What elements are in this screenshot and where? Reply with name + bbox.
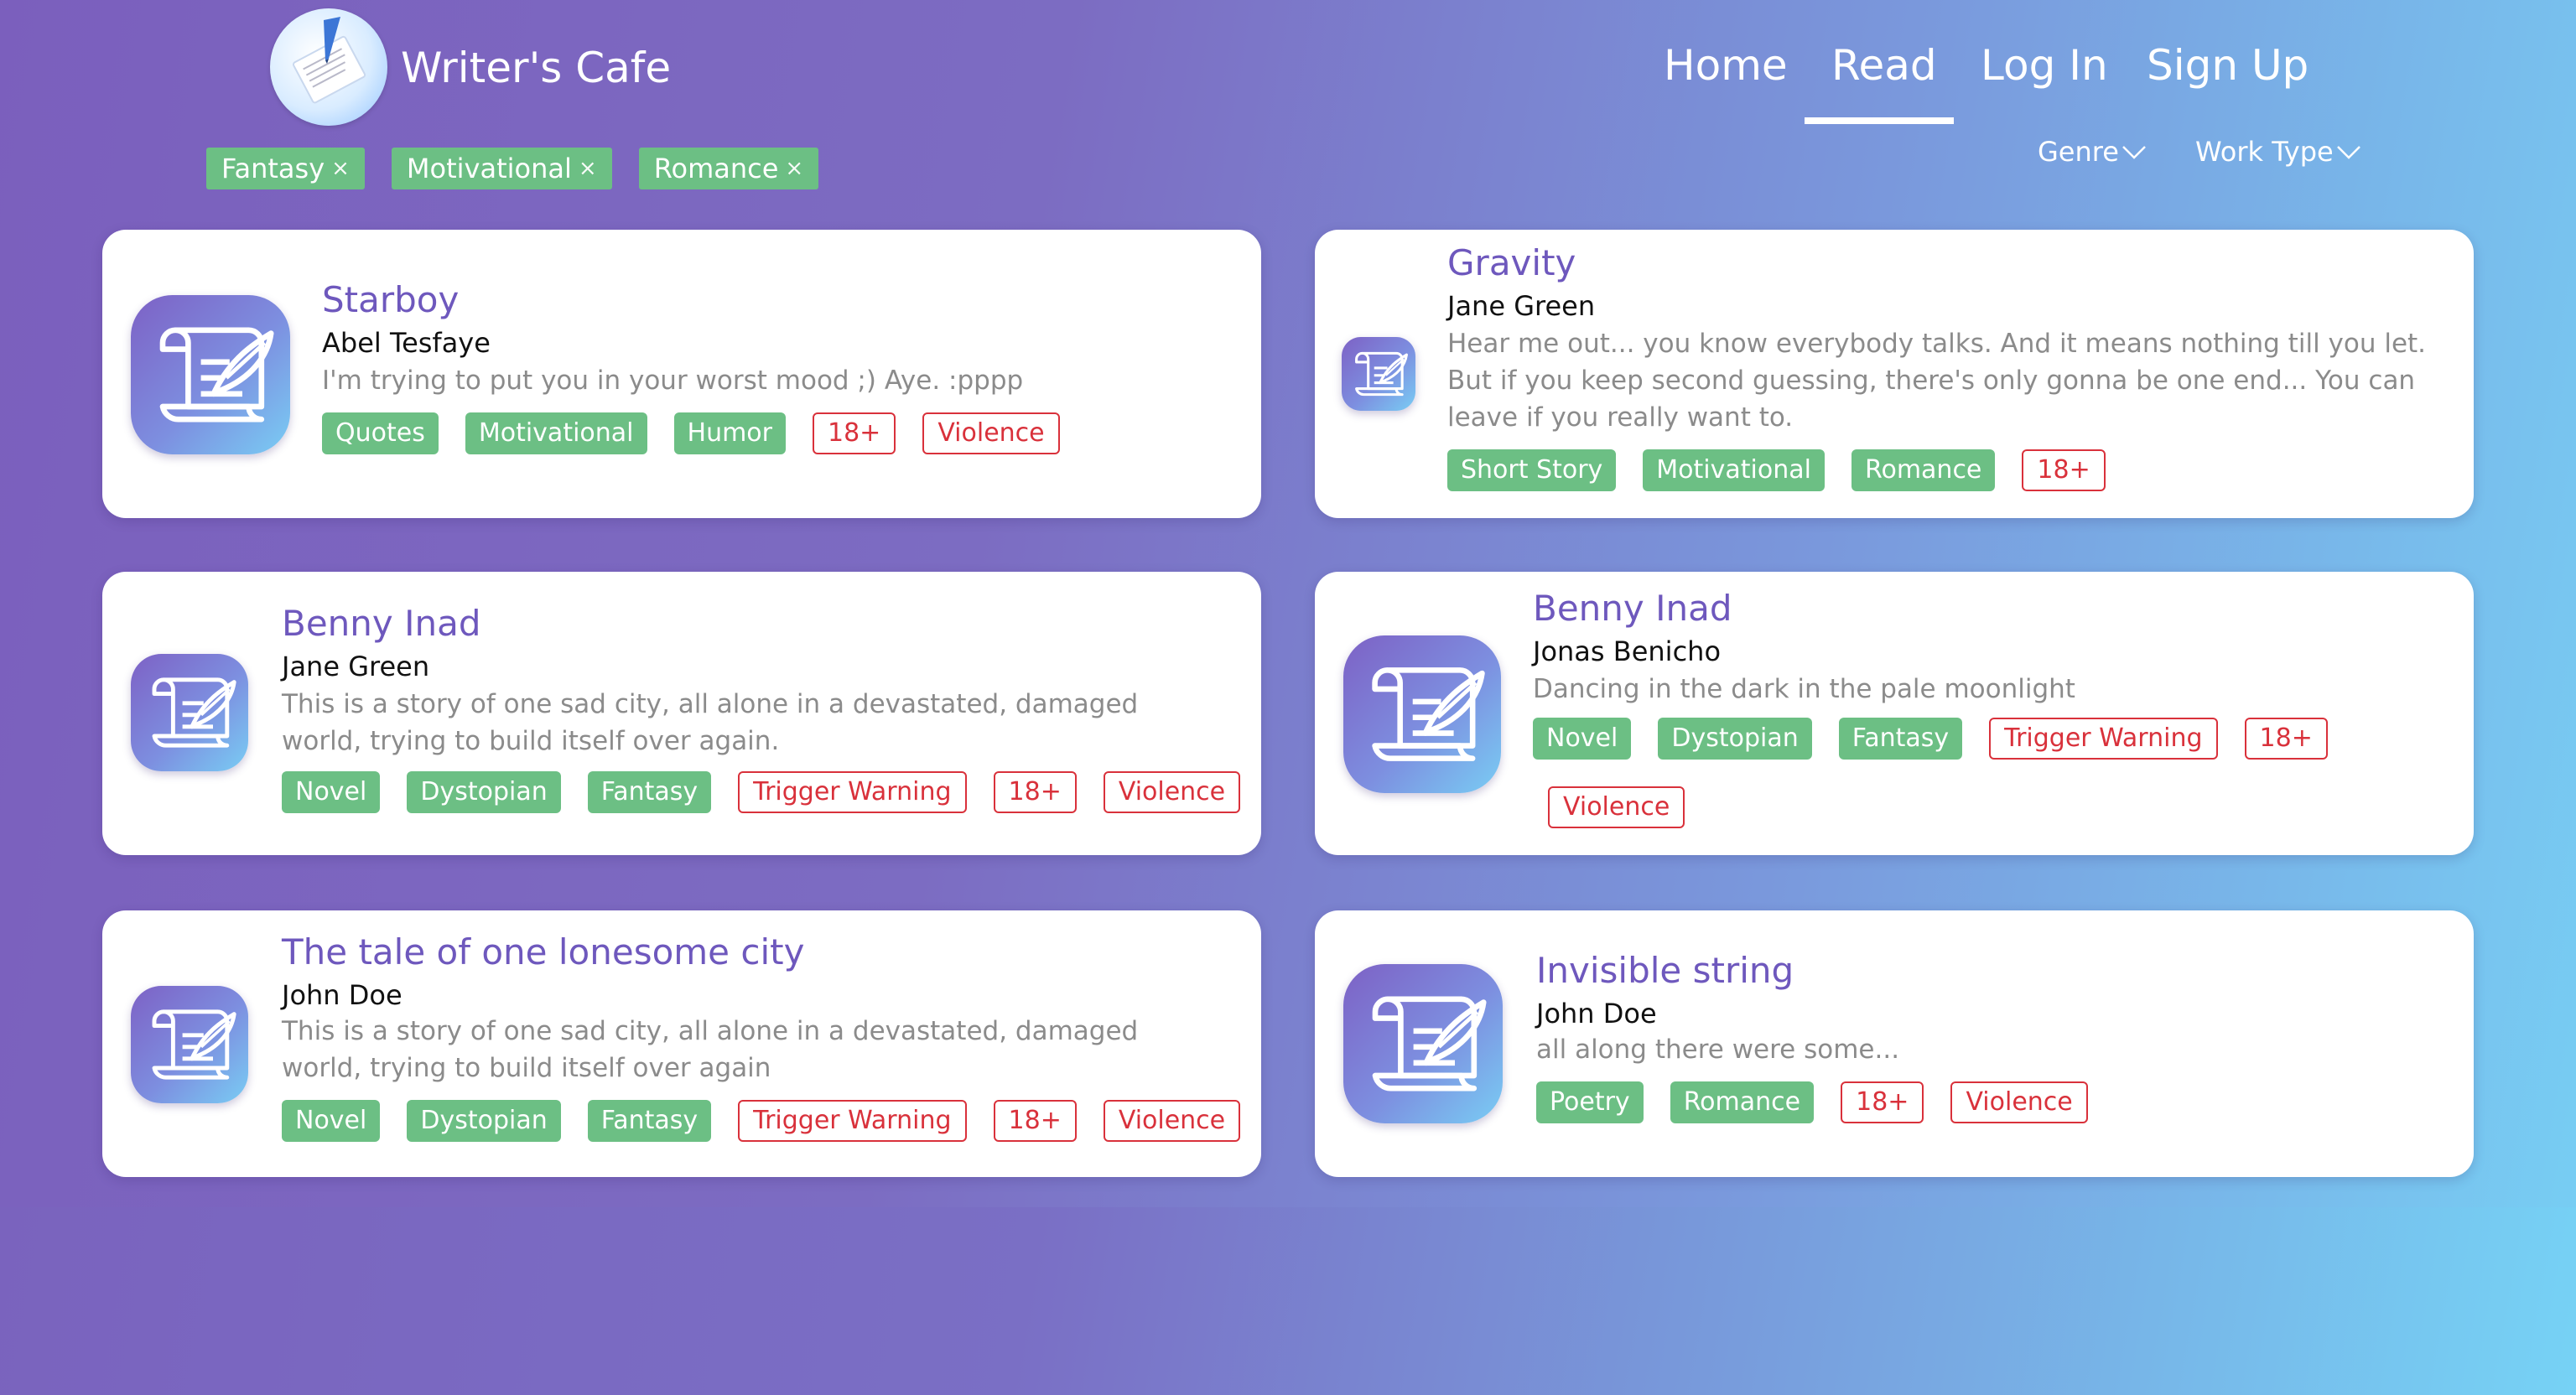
filter-chip-label: Romance [653, 153, 779, 184]
tag[interactable]: 18+ [993, 1100, 1077, 1142]
tag[interactable]: Dystopian [407, 1100, 561, 1142]
work-description: I'm trying to put you in your worst mood… [322, 366, 1024, 396]
work-card[interactable]: Gravity Jane Green Hear me out... you kn… [1315, 230, 2474, 518]
scroll-icon[interactable] [1343, 635, 1501, 793]
tag[interactable]: Novel [282, 771, 381, 813]
work-card[interactable]: Benny Inad Jane Green This is a story of… [102, 572, 1261, 855]
work-tags: Novel Dystopian Fantasy Trigger Warning … [282, 771, 1246, 813]
tag[interactable]: Motivational [1643, 449, 1825, 491]
filter-chip-fantasy[interactable]: Fantasy × [206, 148, 365, 189]
active-nav-indicator [1805, 117, 1954, 124]
work-title[interactable]: Invisible string [1536, 949, 1794, 993]
work-author[interactable]: Abel Tesfaye [322, 325, 491, 360]
close-icon[interactable]: × [579, 148, 597, 189]
work-card[interactable]: Benny Inad Jonas Benicho Dancing in the … [1315, 572, 2474, 855]
scroll-icon[interactable] [1342, 337, 1415, 411]
close-icon[interactable]: × [785, 148, 803, 189]
work-type-dropdown-label: Work Type [2195, 136, 2334, 168]
work-description: all along there were some... [1536, 1035, 1900, 1065]
work-author[interactable]: Jonas Benicho [1533, 634, 1721, 669]
work-description: Hear me out... you know everybody talks.… [1447, 329, 2427, 433]
tag[interactable]: 18+ [813, 412, 896, 454]
work-description: Dancing in the dark in the pale moonligh… [1533, 674, 2075, 704]
work-author[interactable]: John Doe [282, 978, 402, 1013]
genre-dropdown-label: Genre [2038, 136, 2119, 168]
work-tags-overflow: Violence [1548, 786, 1685, 828]
nav-read[interactable]: Read [1831, 32, 1937, 99]
work-card[interactable]: Starboy Abel Tesfaye I'm trying to put y… [102, 230, 1261, 518]
filter-chip-label: Fantasy [221, 153, 325, 184]
nav-login[interactable]: Log In [1981, 32, 2108, 99]
tag[interactable]: Dystopian [1658, 718, 1812, 760]
work-author[interactable]: Jane Green [282, 649, 429, 684]
close-icon[interactable]: × [331, 148, 350, 189]
work-title[interactable]: Benny Inad [1533, 587, 1732, 630]
work-tags: Novel Dystopian Fantasy Trigger Warning … [1533, 718, 2371, 760]
work-description: This is a story of one sad city, all alo… [282, 689, 1139, 756]
nav-home[interactable]: Home [1664, 32, 1788, 99]
tag[interactable]: 18+ [993, 771, 1077, 813]
scroll-icon[interactable] [131, 295, 290, 454]
work-title[interactable]: Benny Inad [282, 602, 481, 646]
tag[interactable]: Romance [1851, 449, 1996, 491]
scroll-icon[interactable] [131, 654, 248, 771]
tag[interactable]: Novel [282, 1100, 381, 1142]
work-tags: Novel Dystopian Fantasy Trigger Warning … [282, 1100, 1246, 1142]
filter-chip-romance[interactable]: Romance × [638, 148, 819, 189]
genre-dropdown[interactable]: Genre [2038, 131, 2148, 173]
page-background [0, 1207, 2576, 1395]
nav-signup[interactable]: Sign Up [2147, 32, 2309, 99]
tag[interactable]: Novel [1533, 718, 1632, 760]
logo-icon[interactable] [270, 8, 387, 126]
tag[interactable]: Short Story [1447, 449, 1617, 491]
tag[interactable]: Fantasy [1838, 718, 1963, 760]
tag[interactable]: Violence [1548, 786, 1685, 828]
work-tags: Poetry Romance 18+ Violence [1536, 1081, 2442, 1123]
active-filters: Fantasy × Motivational × Romance × [206, 148, 819, 189]
tag[interactable]: Quotes [322, 412, 439, 454]
tag[interactable]: Violence [1950, 1081, 2088, 1123]
tag[interactable]: Trigger Warning [738, 771, 967, 813]
work-card[interactable]: The tale of one lonesome city John Doe T… [102, 910, 1261, 1177]
scroll-icon[interactable] [1343, 964, 1503, 1123]
work-author[interactable]: Jane Green [1447, 288, 1595, 324]
work-title[interactable]: Starboy [322, 278, 459, 322]
tag[interactable]: 18+ [2244, 718, 2328, 760]
tag[interactable]: Poetry [1536, 1081, 1644, 1123]
filter-chip-label: Motivational [406, 153, 572, 184]
work-type-dropdown[interactable]: Work Type [2195, 131, 2362, 173]
tag[interactable]: Humor [673, 412, 786, 454]
work-title[interactable]: Gravity [1447, 241, 1576, 285]
tag[interactable]: 18+ [2022, 449, 2106, 491]
work-description: This is a story of one sad city, all alo… [282, 1016, 1139, 1083]
chevron-down-icon [2122, 146, 2146, 159]
work-tags: Short Story Motivational Romance 18+ [1447, 449, 2445, 491]
scroll-icon[interactable] [131, 986, 248, 1103]
tag[interactable]: Romance [1670, 1081, 1815, 1123]
tag[interactable]: Violence [1103, 771, 1241, 813]
work-author[interactable]: John Doe [1536, 996, 1657, 1031]
tag[interactable]: Fantasy [587, 1100, 712, 1142]
filter-chip-motivational[interactable]: Motivational × [391, 148, 612, 189]
tag[interactable]: Violence [1103, 1100, 1241, 1142]
tag[interactable]: Trigger Warning [1989, 718, 2218, 760]
work-tags: Quotes Motivational Humor 18+ Violence [322, 412, 1228, 454]
tag[interactable]: Motivational [465, 412, 647, 454]
work-card[interactable]: Invisible string John Doe all along ther… [1315, 910, 2474, 1177]
work-title[interactable]: The tale of one lonesome city [282, 931, 804, 974]
tag[interactable]: Fantasy [587, 771, 712, 813]
tag[interactable]: Violence [922, 412, 1060, 454]
tag[interactable]: Trigger Warning [738, 1100, 967, 1142]
chevron-down-icon [2336, 146, 2360, 159]
tag[interactable]: Dystopian [407, 771, 561, 813]
brand-name[interactable]: Writer's Cafe [401, 39, 671, 97]
tag[interactable]: 18+ [1841, 1081, 1924, 1123]
